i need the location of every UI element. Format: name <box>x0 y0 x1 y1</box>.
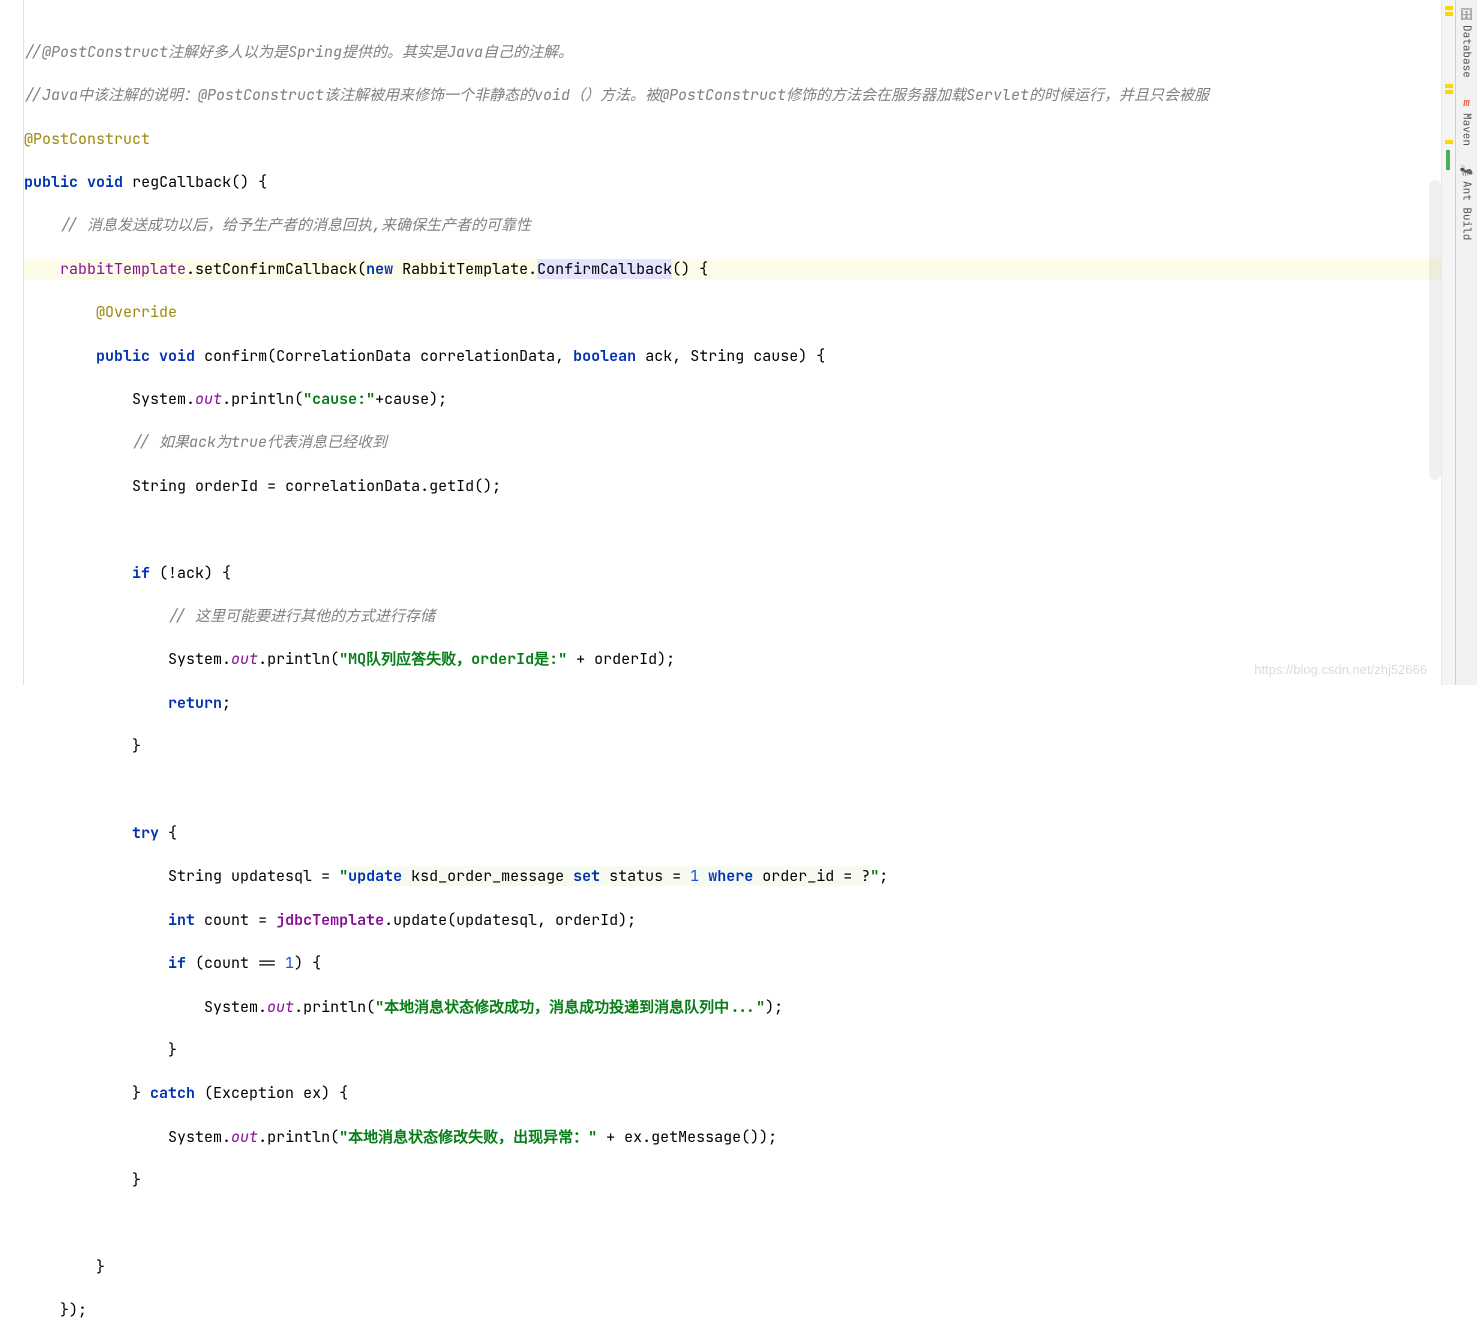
annotation: @Override <box>96 302 177 322</box>
changed-marker[interactable] <box>1446 150 1450 170</box>
string-literal: " <box>870 866 879 886</box>
method-name: confirm <box>204 346 267 366</box>
ant-icon: 🐜 <box>1460 164 1474 178</box>
param: cause <box>753 346 798 366</box>
warning-marker[interactable] <box>1445 140 1453 144</box>
type-ref: RabbitTemplate <box>402 259 528 279</box>
method-call: update <box>393 910 447 930</box>
annotation: @PostConstruct <box>24 129 150 149</box>
marker-stripe[interactable] <box>1441 0 1455 685</box>
warning-marker[interactable] <box>1445 84 1453 88</box>
sql-text: order_id = ? <box>753 866 870 886</box>
type-ref: CorrelationData <box>276 346 411 366</box>
warning-marker[interactable] <box>1445 6 1453 10</box>
local-var: orderId <box>195 476 258 496</box>
keyword: boolean <box>573 346 636 366</box>
method-call: setConfirmCallback <box>195 259 357 279</box>
var-ref: correlationData <box>285 476 420 496</box>
string-literal: "本地消息状态修改失败，出现异常：" <box>339 1127 597 1147</box>
static-field: out <box>195 389 222 409</box>
param: correlationData <box>420 346 555 366</box>
type-ref: Exception <box>213 1083 294 1103</box>
class-ref: System <box>204 997 258 1017</box>
field-ref: jdbcTemplate <box>276 910 384 930</box>
right-tool-stripe: 🗄 Database m Maven 🐜 Ant Build <box>1455 0 1477 685</box>
tool-label: Maven <box>1460 113 1474 146</box>
keyword: if <box>132 563 150 583</box>
type-ref: String <box>690 346 744 366</box>
keyword: if <box>168 953 186 973</box>
keyword: void <box>159 346 195 366</box>
comment-line: //@PostConstruct注解好多人以为是Spring提供的。其实是Jav… <box>24 42 573 62</box>
sql-text: ksd_order_message <box>402 866 573 886</box>
class-ref: System <box>168 1127 222 1147</box>
tool-window-maven[interactable]: m Maven <box>1458 92 1476 150</box>
tool-window-database[interactable]: 🗄 Database <box>1458 4 1476 82</box>
maven-icon: m <box>1463 96 1470 110</box>
param: ex <box>303 1083 321 1103</box>
type-ref-highlighted: ConfirmCallback <box>537 259 672 279</box>
class-ref: System <box>132 389 186 409</box>
warning-marker[interactable] <box>1445 12 1453 16</box>
method-call: println <box>231 389 294 409</box>
local-var: updatesql <box>231 866 312 886</box>
keyword: new <box>366 259 393 279</box>
param: ack <box>645 346 672 366</box>
string-literal: "cause:" <box>303 389 375 409</box>
string-literal: "本地消息状态修改成功，消息成功投递到消息队列中..." <box>375 997 765 1017</box>
keyword: try <box>132 823 159 843</box>
field-ref: rabbitTemplate <box>60 259 186 279</box>
comment-line: //Java中该注解的说明：@PostConstruct该注解被用来修饰一个非静… <box>24 85 1209 105</box>
type-ref: String <box>132 476 186 496</box>
sql-keyword: where <box>708 866 753 886</box>
keyword: return <box>168 693 222 713</box>
database-icon: 🗄 <box>1460 8 1474 22</box>
sql-keyword: set <box>573 866 600 886</box>
code-editor[interactable]: //@PostConstruct注解好多人以为是Spring提供的。其实是Jav… <box>24 0 1441 685</box>
string-literal: "MQ队列应答失败，orderId是:" <box>339 649 567 669</box>
sql-number: 1 <box>690 866 699 886</box>
sql-keyword: update <box>348 866 402 886</box>
warning-marker[interactable] <box>1445 90 1453 94</box>
string-literal: " <box>339 866 348 886</box>
comment-line: // 这里可能要进行其他的方式进行存储 <box>168 606 435 626</box>
static-field: out <box>267 997 294 1017</box>
type-ref: String <box>168 866 222 886</box>
keyword: public <box>96 346 150 366</box>
editor-gutter[interactable] <box>0 0 24 685</box>
number-literal: 1 <box>285 953 294 973</box>
comment-line: // 如果ack为true代表消息已经收到 <box>132 432 387 452</box>
local-var: count <box>204 910 249 930</box>
method-call: println <box>267 649 330 669</box>
static-field: out <box>231 649 258 669</box>
keyword: catch <box>150 1083 195 1103</box>
static-field: out <box>231 1127 258 1147</box>
keyword: int <box>168 910 195 930</box>
method-call: getId <box>429 476 474 496</box>
sql-text <box>699 866 708 886</box>
keyword: void <box>87 172 123 192</box>
method-name: regCallback <box>132 172 231 192</box>
sql-text: status = <box>600 866 690 886</box>
comment-line: // 消息发送成功以后，给予生产者的消息回执,来确保生产者的可靠性 <box>60 215 531 235</box>
method-call: println <box>303 997 366 1017</box>
tool-label: Database <box>1460 25 1474 78</box>
keyword: public <box>24 172 78 192</box>
method-call: println <box>267 1127 330 1147</box>
method-call: getMessage <box>651 1127 741 1147</box>
vertical-scrollbar[interactable] <box>1429 180 1441 480</box>
tool-window-ant[interactable]: 🐜 Ant Build <box>1458 160 1476 244</box>
tool-label: Ant Build <box>1460 181 1474 240</box>
class-ref: System <box>168 649 222 669</box>
watermark-text: https://blog.csdn.net/zhj52666 <box>1254 662 1427 677</box>
